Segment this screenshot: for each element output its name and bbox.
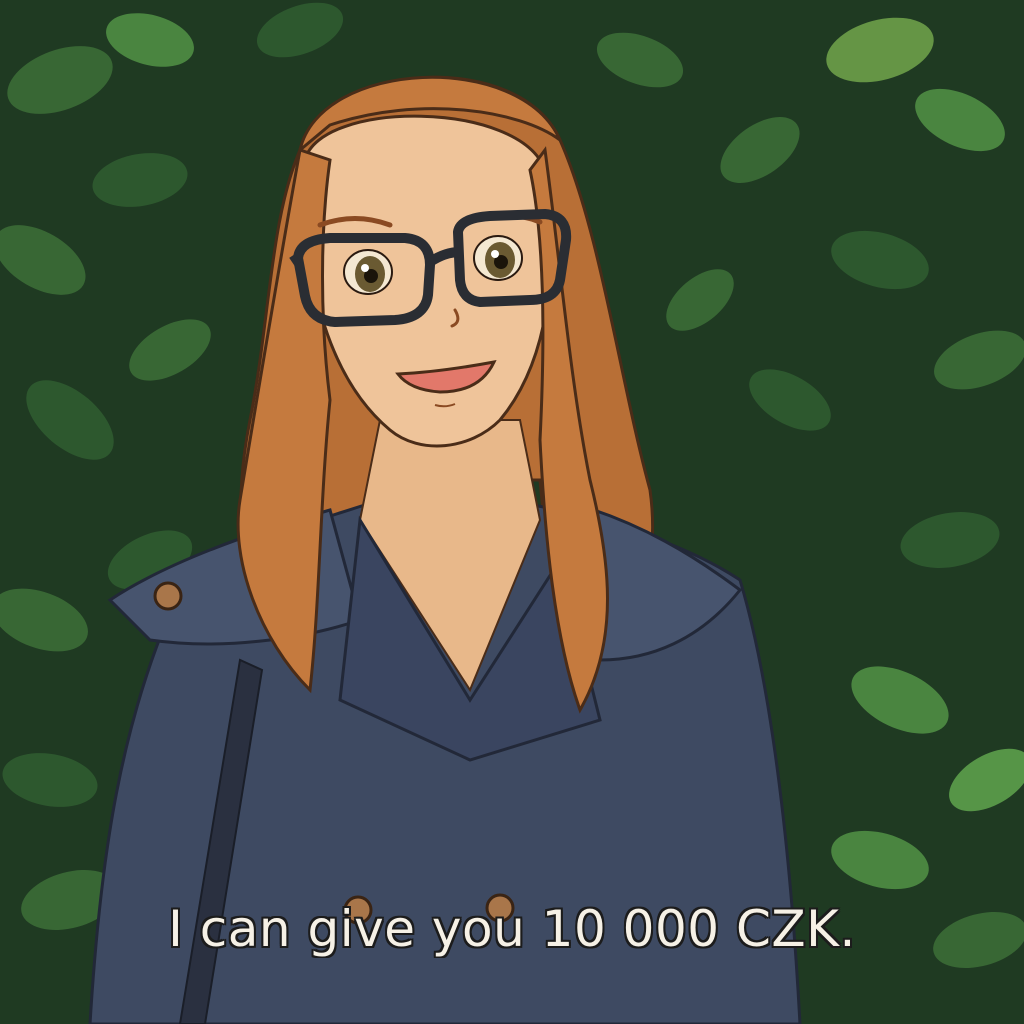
- illustration-svg: [0, 0, 1024, 1024]
- eye-right-highlight: [491, 250, 499, 258]
- illustration-scene: I can give you 10 000 CZK.: [0, 0, 1024, 1024]
- coat-button: [153, 581, 183, 611]
- subtitle-caption: I can give you 10 000 CZK.: [168, 900, 856, 958]
- eye-left-highlight: [361, 264, 369, 272]
